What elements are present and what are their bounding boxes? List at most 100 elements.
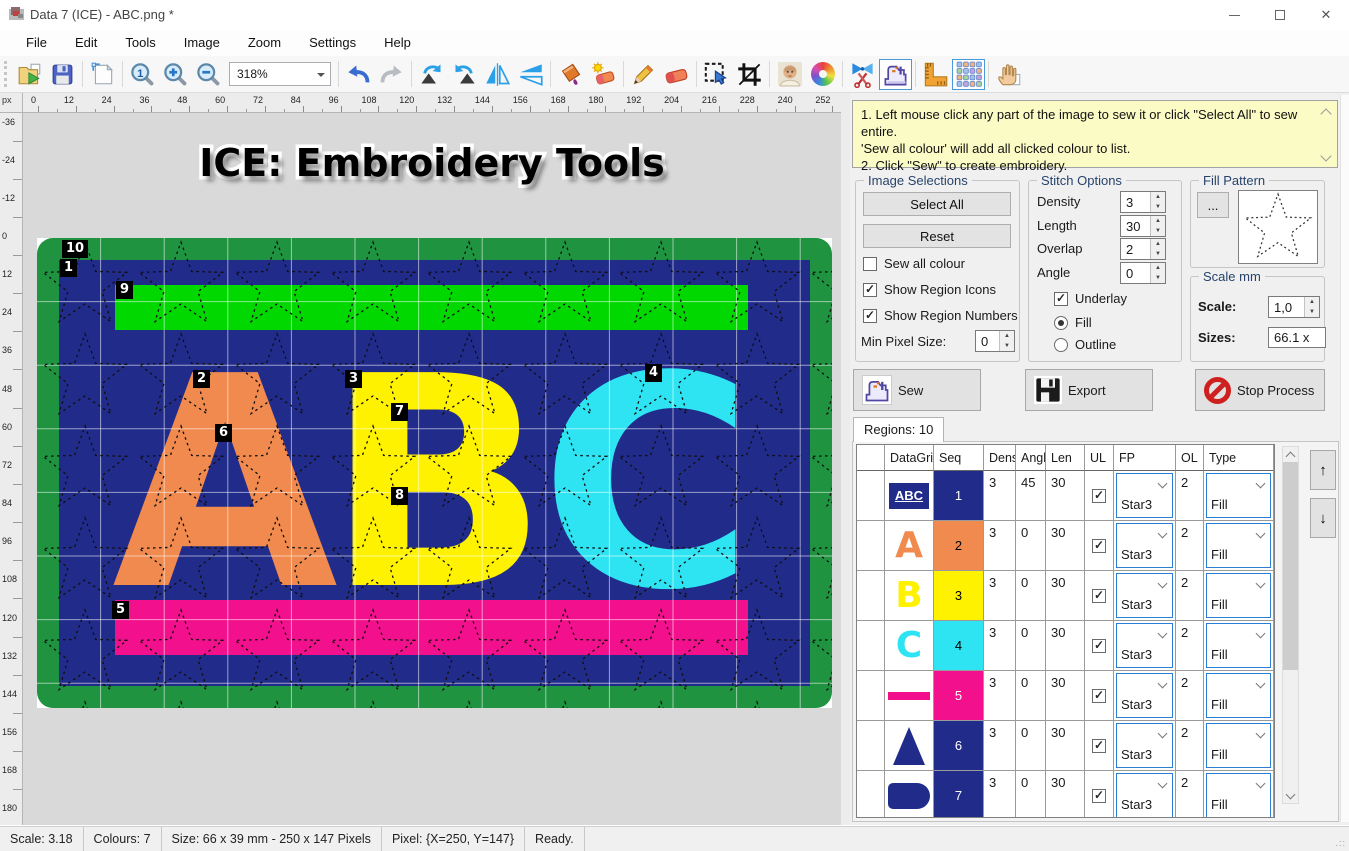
reset-button[interactable]: Reset	[863, 224, 1011, 248]
menu-image[interactable]: Image	[170, 30, 234, 56]
region-icon-cell[interactable]	[885, 671, 934, 721]
ol-cell[interactable]: 2	[1176, 471, 1204, 521]
close-button[interactable]: ✕	[1303, 0, 1349, 30]
ul-cell[interactable]	[1085, 621, 1114, 671]
flip-vertical-button[interactable]	[514, 59, 547, 90]
ang-cell[interactable]: 45	[1016, 471, 1046, 521]
row-selector-cell[interactable]	[857, 471, 885, 521]
sew-button[interactable]: Sew	[853, 369, 981, 411]
outline-radio[interactable]	[1054, 338, 1068, 352]
fp-cell[interactable]: Star3	[1114, 521, 1176, 571]
stitch-density-spinner[interactable]: 3▲▼	[1120, 191, 1166, 213]
underlay-checkbox[interactable]	[1054, 292, 1068, 306]
grid-column-header[interactable]: Len	[1046, 445, 1085, 471]
region-number-label[interactable]: 9	[116, 281, 133, 299]
fill-pattern-browse-button[interactable]: ...	[1197, 192, 1229, 218]
portrait-button[interactable]	[773, 59, 806, 90]
underlay-checkbox-row[interactable]: Underlay	[1054, 291, 1127, 306]
undo-button[interactable]	[342, 59, 375, 90]
checkbox-row-show-region-icons[interactable]: Show Region Icons	[863, 282, 996, 297]
panel-splitter[interactable]	[841, 93, 850, 825]
region-number-label[interactable]: 7	[391, 403, 408, 421]
embroidery-artwork[interactable]: ABC 10192347685	[37, 238, 832, 708]
panel-scrollbar[interactable]	[1340, 95, 1349, 822]
region-number-label[interactable]: 5	[112, 601, 129, 619]
seq-cell[interactable]: 5	[934, 671, 984, 721]
stitch-overlap-spinner[interactable]: 2▲▼	[1120, 238, 1166, 260]
row-selector-cell[interactable]	[857, 621, 885, 671]
fp-dropdown[interactable]: Star3	[1116, 573, 1173, 618]
type-dropdown[interactable]: Fill	[1206, 523, 1271, 568]
region-number-label[interactable]: 6	[215, 424, 232, 442]
move-region-down-button[interactable]: ↓	[1310, 498, 1336, 538]
len-cell[interactable]: 30	[1046, 771, 1085, 818]
save-button[interactable]	[46, 59, 79, 90]
grid-scrollbar-thumb[interactable]	[1283, 462, 1298, 670]
stop-process-button[interactable]: Stop Process	[1195, 369, 1325, 411]
ol-cell[interactable]: 2	[1176, 571, 1204, 621]
len-cell[interactable]: 30	[1046, 471, 1085, 521]
row-selector-cell[interactable]	[857, 771, 885, 818]
underlay-checkbox[interactable]	[1092, 589, 1106, 603]
row-selector-cell[interactable]	[857, 571, 885, 621]
design-canvas[interactable]: ICE: Embroidery Tools ABC 10192347685	[23, 113, 841, 825]
region-icon-cell[interactable]: A	[885, 521, 934, 571]
spinner-arrows-icon[interactable]: ▲▼	[1150, 263, 1165, 283]
row-selector-cell[interactable]	[857, 671, 885, 721]
den-cell[interactable]: 3	[984, 521, 1016, 571]
regions-tab[interactable]: Regions: 10	[853, 417, 944, 442]
ol-cell[interactable]: 2	[1176, 771, 1204, 818]
type-dropdown[interactable]: Fill	[1206, 723, 1271, 768]
type-cell[interactable]: Fill	[1204, 621, 1274, 671]
region-icon-cell[interactable]: C	[885, 621, 934, 671]
ol-cell[interactable]: 2	[1176, 721, 1204, 771]
menu-settings[interactable]: Settings	[295, 30, 370, 56]
region-number-label[interactable]: 3	[345, 370, 362, 388]
grid-column-header[interactable]: UL	[1085, 445, 1114, 471]
fill-radio-row[interactable]: Fill	[1054, 315, 1092, 330]
zoom-out-button[interactable]	[192, 59, 225, 90]
sizes-field[interactable]: 66.1 x	[1268, 327, 1326, 348]
region-icon-cell[interactable]	[885, 771, 934, 818]
checkbox[interactable]	[863, 309, 877, 323]
underlay-checkbox[interactable]	[1092, 489, 1106, 503]
ang-cell[interactable]: 0	[1016, 721, 1046, 771]
grid-column-header[interactable]: Type	[1204, 445, 1274, 471]
menu-tools[interactable]: Tools	[111, 30, 169, 56]
seq-cell[interactable]: 6	[934, 721, 984, 771]
underlay-checkbox[interactable]	[1092, 739, 1106, 753]
checkbox-row-show-region-numbers[interactable]: Show Region Numbers	[863, 308, 1018, 323]
type-cell[interactable]: Fill	[1204, 721, 1274, 771]
menu-zoom[interactable]: Zoom	[234, 30, 295, 56]
zoom-in-button[interactable]	[159, 59, 192, 90]
den-cell[interactable]: 3	[984, 571, 1016, 621]
cut-design-button[interactable]	[846, 59, 879, 90]
ul-cell[interactable]	[1085, 521, 1114, 571]
pencil-button[interactable]	[627, 59, 660, 90]
fp-dropdown[interactable]: Star3	[1116, 673, 1173, 718]
fp-dropdown[interactable]: Star3	[1116, 773, 1173, 818]
stitch-length-spinner[interactable]: 30▲▼	[1120, 215, 1166, 237]
underlay-checkbox[interactable]	[1092, 789, 1106, 803]
redo-button[interactable]	[375, 59, 408, 90]
new-page-button[interactable]	[86, 59, 119, 90]
spinner-arrows-icon[interactable]: ▲▼	[1150, 192, 1165, 212]
fp-cell[interactable]: Star3	[1114, 621, 1176, 671]
combobox-arrow-icon[interactable]	[317, 73, 325, 77]
scale-spinner[interactable]: 1,0 ▲▼	[1268, 296, 1320, 318]
fill-radio[interactable]	[1054, 316, 1068, 330]
type-cell[interactable]: Fill	[1204, 671, 1274, 721]
zoom-actual-button[interactable]: 1	[126, 59, 159, 90]
underlay-checkbox[interactable]	[1092, 539, 1106, 553]
grid-column-header[interactable]	[857, 445, 885, 471]
eraser-button[interactable]	[660, 59, 693, 90]
len-cell[interactable]: 30	[1046, 521, 1085, 571]
region-number-label[interactable]: 2	[193, 370, 210, 388]
checkbox-row-sew-all-colour[interactable]: Sew all colour	[863, 256, 965, 271]
fill-bucket-button[interactable]	[554, 59, 587, 90]
fp-dropdown[interactable]: Star3	[1116, 723, 1173, 768]
type-dropdown[interactable]: Fill	[1206, 673, 1271, 718]
ang-cell[interactable]: 0	[1016, 771, 1046, 818]
type-cell[interactable]: Fill	[1204, 521, 1274, 571]
export-button[interactable]: Export	[1025, 369, 1153, 411]
